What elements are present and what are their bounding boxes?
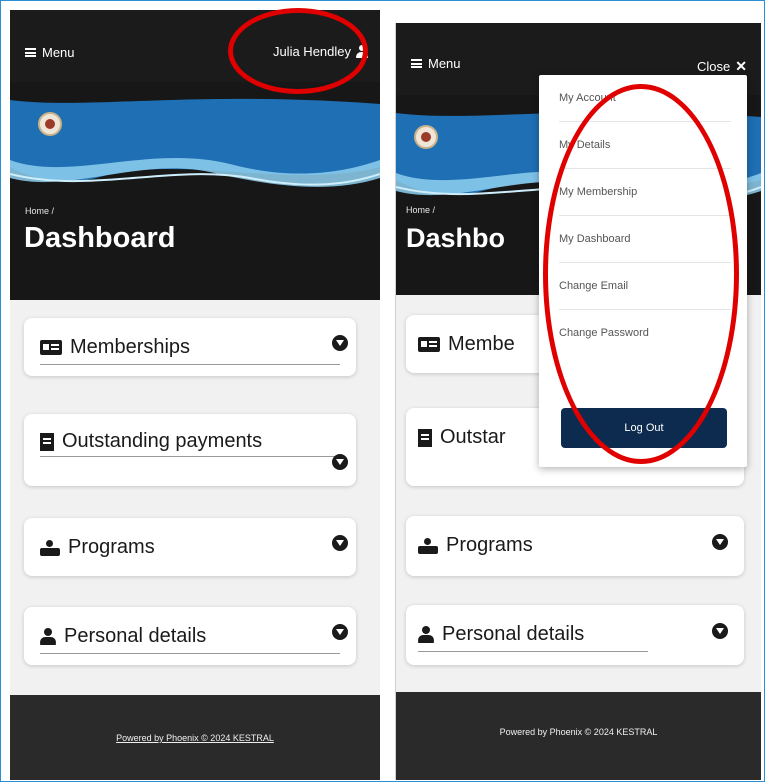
receipt-icon — [40, 432, 54, 451]
card-title: Memberships — [40, 336, 190, 359]
memberships-card[interactable]: Memberships — [24, 318, 356, 376]
personal-details-card[interactable]: Personal details — [24, 607, 356, 665]
menu-button[interactable]: Menu — [25, 45, 75, 60]
close-label: Close — [697, 59, 731, 74]
expand-down-icon[interactable] — [712, 623, 728, 639]
user-icon — [356, 45, 368, 58]
programs-card[interactable]: Programs — [406, 516, 744, 576]
card-divider — [40, 364, 340, 365]
page-title: Dashbo — [406, 223, 506, 253]
hero-banner: Home / Dashboard — [10, 82, 380, 300]
menu-label: Menu — [428, 56, 461, 71]
people-icon — [418, 537, 438, 554]
card-title: Outstanding payments — [40, 430, 262, 453]
card-label: Membe — [448, 333, 515, 355]
expand-down-icon[interactable] — [712, 534, 728, 550]
card-label: Outstanding payments — [62, 430, 263, 452]
user-account-link[interactable]: Julia Hendley — [273, 44, 368, 59]
expand-down-icon[interactable] — [332, 454, 348, 470]
expand-down-icon[interactable] — [332, 335, 348, 351]
card-divider — [40, 456, 340, 457]
card-label: Personal details — [442, 623, 585, 645]
close-icon: ✕ — [735, 58, 747, 74]
log-out-button[interactable]: Log Out — [561, 408, 727, 448]
menu-label: Menu — [42, 45, 75, 60]
person-icon — [418, 626, 434, 643]
right-phone-screen: Menu Close ✕ Home / Dashbo Membe Outstar — [395, 23, 761, 780]
menu-item-my-membership[interactable]: My Membership — [559, 169, 731, 216]
footer: Powered by Phoenix © 2024 KESTRAL — [10, 695, 380, 780]
organization-logo — [38, 112, 62, 136]
expand-down-icon[interactable] — [332, 535, 348, 551]
people-icon — [40, 539, 60, 556]
close-menu-button[interactable]: Close ✕ — [697, 58, 747, 75]
card-title: Programs — [418, 534, 533, 557]
top-bar: Menu Julia Hendley — [10, 10, 380, 82]
footer: Powered by Phoenix © 2024 KESTRAL — [396, 692, 761, 780]
programs-card[interactable]: Programs — [24, 518, 356, 576]
menu-item-change-email[interactable]: Change Email — [559, 263, 731, 310]
menu-item-change-password[interactable]: Change Password — [559, 310, 731, 356]
menu-item-my-dashboard[interactable]: My Dashboard — [559, 216, 731, 263]
id-card-icon — [40, 340, 62, 355]
page-title: Dashboard — [24, 222, 176, 254]
id-card-icon — [418, 337, 440, 352]
outstanding-payments-card[interactable]: Outstanding payments — [24, 414, 356, 486]
card-label: Personal details — [64, 625, 207, 647]
personal-details-card[interactable]: Personal details — [406, 605, 744, 665]
card-title: Membe — [418, 333, 515, 356]
card-label: Memberships — [70, 336, 191, 358]
card-label: Programs — [68, 536, 155, 558]
account-dropdown-menu: My Account My Details My Membership My D… — [539, 75, 747, 467]
hamburger-icon — [25, 48, 36, 57]
card-title: Personal details — [40, 625, 206, 648]
breadcrumb[interactable]: Home / — [25, 206, 54, 216]
menu-item-my-details[interactable]: My Details — [559, 122, 731, 169]
card-divider — [40, 653, 340, 654]
menu-button[interactable]: Menu — [411, 56, 461, 71]
breadcrumb[interactable]: Home / — [406, 205, 435, 215]
organization-logo — [414, 125, 438, 149]
card-label: Outstar — [440, 426, 506, 448]
card-title: Programs — [40, 536, 155, 559]
menu-item-my-account[interactable]: My Account — [559, 75, 731, 122]
footer-credit-link[interactable]: Powered by Phoenix © 2024 KESTRAL — [10, 733, 380, 743]
receipt-icon — [418, 428, 432, 447]
card-title: Personal details — [418, 623, 584, 646]
person-icon — [40, 628, 56, 645]
wave-graphic — [10, 98, 380, 187]
card-title: Outstar — [418, 426, 506, 449]
card-label: Programs — [446, 534, 533, 556]
footer-credit-link[interactable]: Powered by Phoenix © 2024 KESTRAL — [396, 727, 761, 737]
left-phone-screen: Menu Julia Hendley Home / Dashboard Memb… — [10, 10, 380, 780]
card-divider — [418, 651, 648, 652]
user-name: Julia Hendley — [272, 44, 351, 59]
expand-down-icon[interactable] — [332, 624, 348, 640]
hamburger-icon — [411, 59, 422, 68]
